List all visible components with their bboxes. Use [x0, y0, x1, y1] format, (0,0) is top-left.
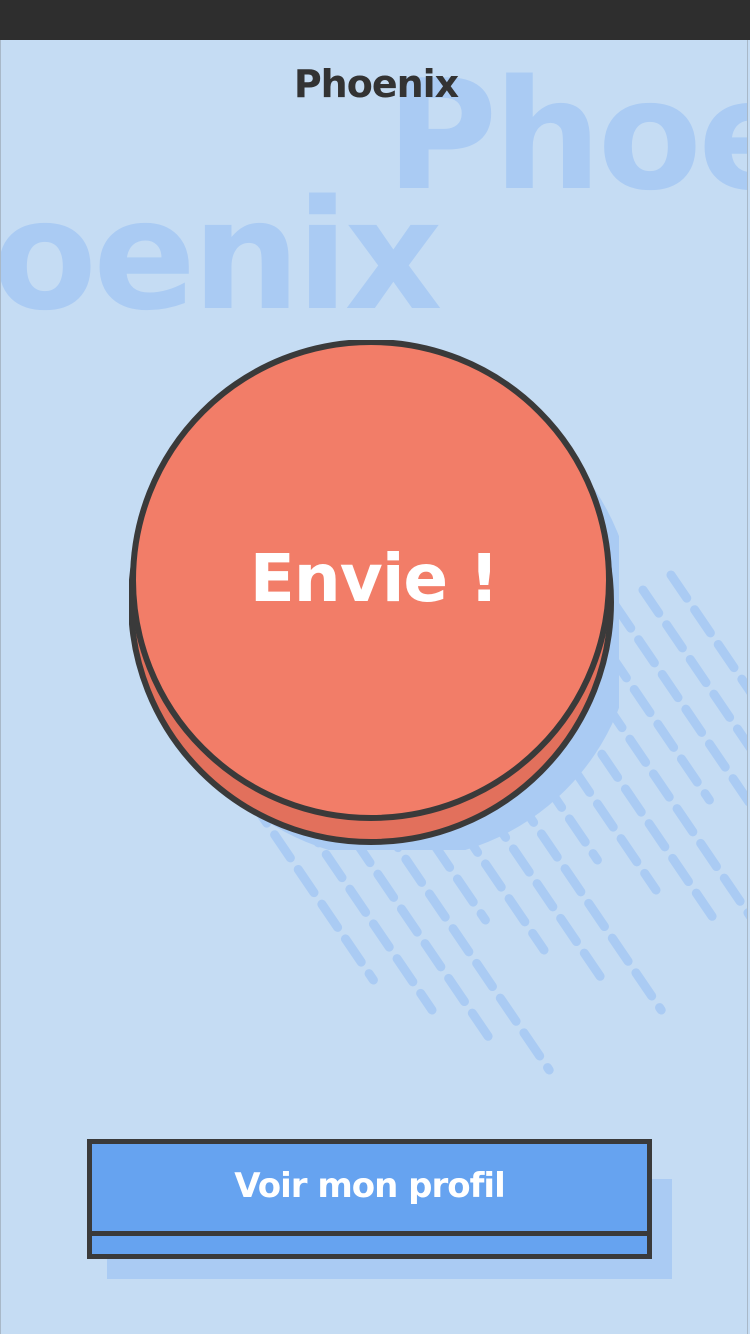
status-bar	[0, 0, 750, 40]
view-profile-button-label: Voir mon profil	[234, 1166, 505, 1206]
envie-button-label: Envie !	[249, 540, 500, 617]
view-profile-button-lip	[92, 1231, 647, 1254]
view-profile-button[interactable]: Voir mon profil	[87, 1139, 652, 1259]
app-screen: Phoenix Phoenix Phoenix Envie ! Voir mon…	[0, 40, 748, 1334]
envie-button[interactable]: Envie !	[129, 340, 619, 850]
